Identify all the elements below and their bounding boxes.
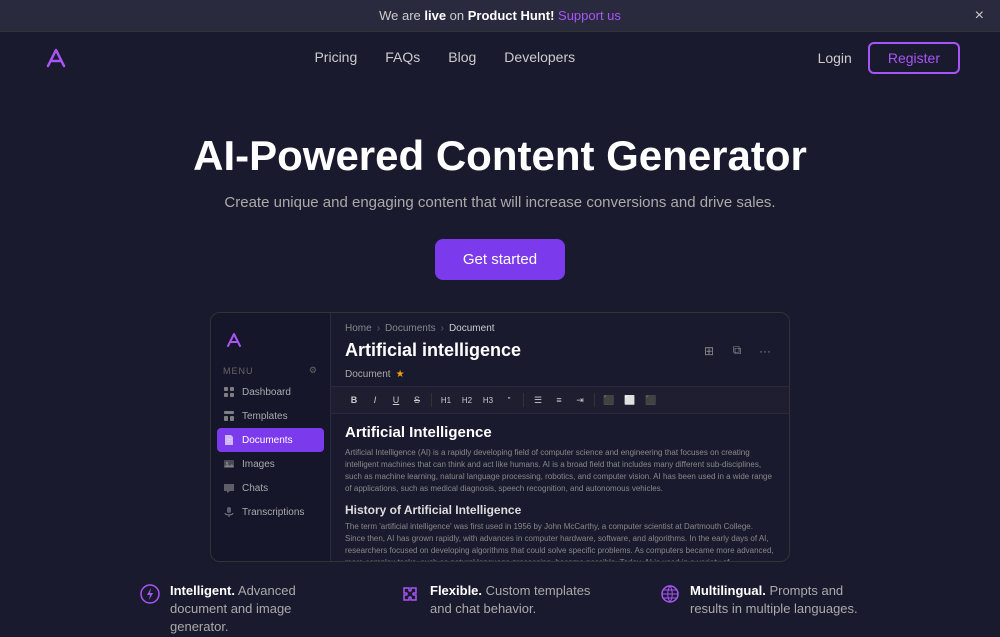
toolbar-sep-3 (594, 393, 595, 407)
lightning-icon (140, 584, 160, 604)
logo-icon (40, 42, 72, 74)
templates-icon (223, 410, 235, 422)
sidebar-menu-label: MENU ⚙ (211, 361, 330, 380)
live-badge: live (424, 8, 446, 23)
toolbar-h1[interactable]: H1 (437, 391, 455, 409)
sidebar-transcriptions-label: Transcriptions (242, 507, 304, 518)
navbar: Pricing FAQs Blog Developers Login Regis… (0, 32, 1000, 84)
toolbar-italic[interactable]: I (366, 391, 384, 409)
nav-developers[interactable]: Developers (504, 49, 575, 65)
sidebar-item-documents[interactable]: Documents (217, 428, 324, 452)
toolbar-indent[interactable]: ⇥ (571, 391, 589, 409)
announcement-text: We are live on Product Hunt! Support us (379, 8, 621, 23)
doc-star-icon: ★ (396, 369, 405, 380)
feature-intelligent-text: Intelligent. Advanced document and image… (170, 582, 340, 637)
ph-text: Product Hunt! (468, 8, 555, 23)
toolbar-h3[interactable]: H3 (479, 391, 497, 409)
logo (40, 42, 72, 74)
doc-content-heading: Artificial Intelligence (345, 424, 775, 441)
toolbar-ul[interactable]: ☰ (529, 391, 547, 409)
puzzle-icon (400, 584, 420, 604)
doc-actions: ⊞ ⧉ ··· (699, 341, 775, 361)
app-sidebar: MENU ⚙ Dashboard Templates Documents (211, 313, 331, 561)
toolbar-align-right[interactable]: ⬛ (642, 391, 660, 409)
feature-flexible: Flexible. Custom templates and chat beha… (400, 582, 600, 637)
toolbar-quote[interactable]: " (500, 391, 518, 409)
toolbar-sep-1 (431, 393, 432, 407)
sidebar-images-label: Images (242, 459, 275, 470)
doc-action-btn-1[interactable]: ⊞ (699, 341, 719, 361)
login-button[interactable]: Login (818, 50, 852, 66)
sidebar-item-images[interactable]: Images (211, 452, 330, 476)
feature-flexible-text: Flexible. Custom templates and chat beha… (430, 582, 600, 618)
announcement-close-button[interactable]: × (975, 7, 984, 25)
toolbar-sep-2 (523, 393, 524, 407)
sidebar-logo (211, 325, 330, 361)
toolbar: B I U S H1 H2 H3 " ☰ ≡ ⇥ ⬛ ⬜ ⬛ (331, 386, 789, 414)
nav-pricing[interactable]: Pricing (314, 49, 357, 65)
sidebar-templates-label: Templates (242, 411, 288, 422)
sidebar-item-templates[interactable]: Templates (211, 404, 330, 428)
grid-icon (223, 386, 235, 398)
register-button[interactable]: Register (868, 42, 960, 74)
support-link[interactable]: Support us (558, 8, 621, 23)
sidebar-dashboard-label: Dashboard (242, 387, 291, 398)
sidebar-item-transcriptions[interactable]: Transcriptions (211, 500, 330, 524)
feature-multilingual: Multilingual. Prompts and results in mul… (660, 582, 860, 637)
doc-subheading: History of Artificial Intelligence (345, 503, 775, 517)
breadcrumb-current: Document (449, 323, 495, 334)
doc-action-btn-3[interactable]: ··· (755, 341, 775, 361)
toolbar-underline[interactable]: U (387, 391, 405, 409)
toolbar-ol[interactable]: ≡ (550, 391, 568, 409)
nav-blog[interactable]: Blog (448, 49, 476, 65)
get-started-button[interactable]: Get started (435, 239, 565, 280)
toolbar-bold[interactable]: B (345, 391, 363, 409)
feature-intelligent: Intelligent. Advanced document and image… (140, 582, 340, 637)
breadcrumb-sep2: › (441, 323, 444, 334)
breadcrumb-home: Home (345, 323, 372, 334)
doc-tab-label: Document (345, 369, 391, 380)
toolbar-h2[interactable]: H2 (458, 391, 476, 409)
transcriptions-icon (223, 506, 235, 518)
breadcrumb: Home › Documents › Document (331, 313, 789, 338)
nav-links: Pricing FAQs Blog Developers (314, 49, 575, 67)
doc-body: Artificial Intelligence Artificial Intel… (331, 414, 789, 561)
sidebar-logo-icon (223, 329, 245, 351)
doc-paragraph-2: The term 'artificial intelligence' was f… (345, 521, 775, 561)
breadcrumb-sep1: › (377, 323, 380, 334)
doc-tab: Document ★ (331, 367, 789, 386)
hero-title: AI-Powered Content Generator (20, 132, 980, 180)
images-icon (223, 458, 235, 470)
documents-icon (223, 434, 235, 446)
globe-icon (660, 584, 680, 604)
doc-paragraph-1: Artificial Intelligence (AI) is a rapidl… (345, 447, 775, 495)
announcement-bar: We are live on Product Hunt! Support us … (0, 0, 1000, 32)
hero-section: AI-Powered Content Generator Create uniq… (0, 84, 1000, 312)
sidebar-documents-label: Documents (242, 435, 293, 446)
main-content-area: Home › Documents › Document Artificial i… (331, 313, 789, 561)
doc-title-bar: Artificial intelligence ⊞ ⧉ ··· (331, 338, 789, 367)
breadcrumb-documents: Documents (385, 323, 436, 334)
sidebar-chats-label: Chats (242, 483, 268, 494)
toolbar-align-left[interactable]: ⬛ (600, 391, 618, 409)
toolbar-strikethrough[interactable]: S (408, 391, 426, 409)
app-preview: MENU ⚙ Dashboard Templates Documents (210, 312, 790, 562)
hero-subtitle: Create unique and engaging content that … (20, 194, 980, 211)
nav-faqs[interactable]: FAQs (385, 49, 420, 65)
sidebar-item-chats[interactable]: Chats (211, 476, 330, 500)
doc-title: Artificial intelligence (345, 340, 521, 361)
nav-actions: Login Register (818, 42, 960, 74)
sidebar-item-dashboard[interactable]: Dashboard (211, 380, 330, 404)
toolbar-align-center[interactable]: ⬜ (621, 391, 639, 409)
chats-icon (223, 482, 235, 494)
feature-multilingual-text: Multilingual. Prompts and results in mul… (690, 582, 860, 618)
features-section: Intelligent. Advanced document and image… (0, 562, 1000, 637)
doc-action-btn-2[interactable]: ⧉ (727, 341, 747, 361)
